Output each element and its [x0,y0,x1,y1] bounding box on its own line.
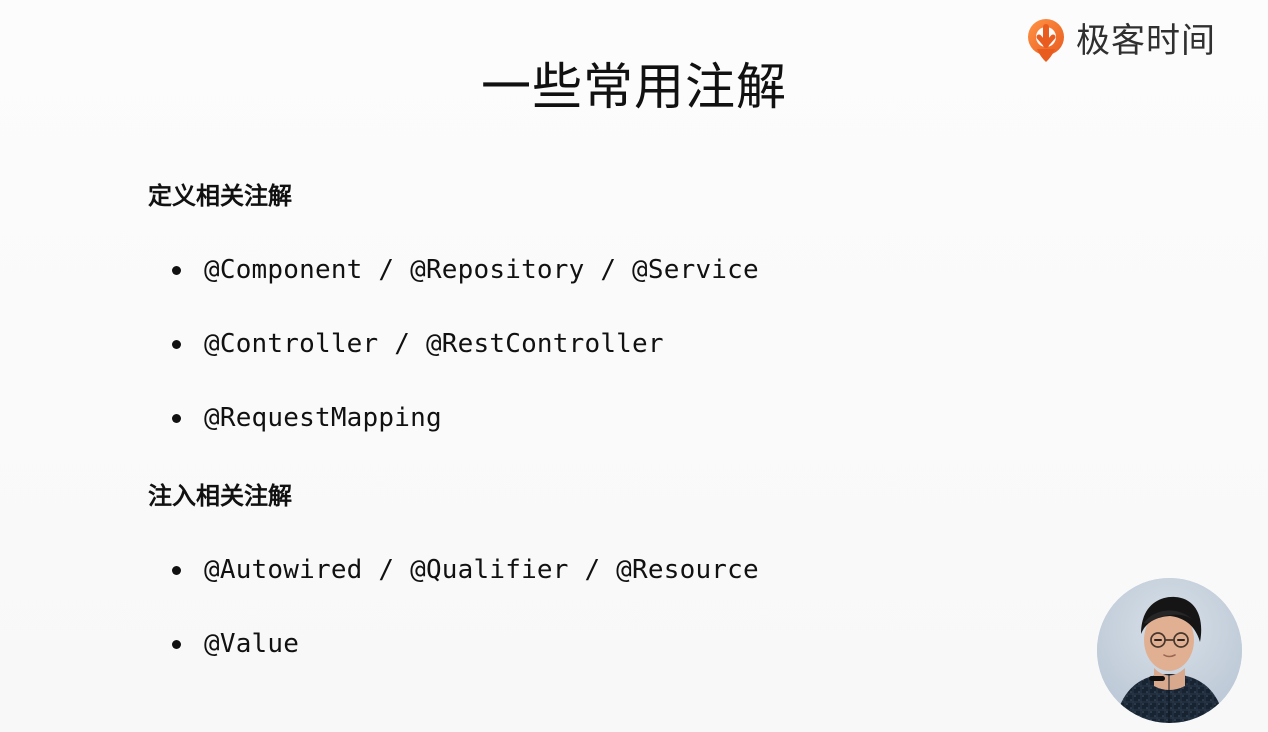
list-item: @RequestMapping [172,400,442,436]
bullet-icon [172,265,181,275]
annotation-list-text: @Component / @Repository / @Service [204,255,759,285]
annotation-list-text: @RequestMapping [204,403,442,433]
definition-annotations-heading: 定义相关注解 [148,182,292,210]
presenter-video-avatar [1097,578,1242,723]
list-item: @Component / @Repository / @Service [172,252,759,288]
annotation-list-text: @Autowired / @Qualifier / @Resource [204,555,759,585]
bullet-icon [172,413,181,423]
presentation-slide: 极客时间 一些常用注解 定义相关注解 @Component / @Reposit… [0,0,1268,732]
injection-annotations-heading: 注入相关注解 [148,482,292,510]
list-item: @Value [172,626,299,662]
annotation-list-text: @Value [204,629,300,659]
bullet-icon [172,339,181,349]
slide-title: 一些常用注解 [481,58,787,116]
annotation-list-text: @Controller / @RestController [204,329,664,359]
list-item: @Autowired / @Qualifier / @Resource [172,552,759,588]
bullet-icon [172,639,181,649]
bullet-icon [172,565,181,575]
list-item: @Controller / @RestController [172,326,664,362]
